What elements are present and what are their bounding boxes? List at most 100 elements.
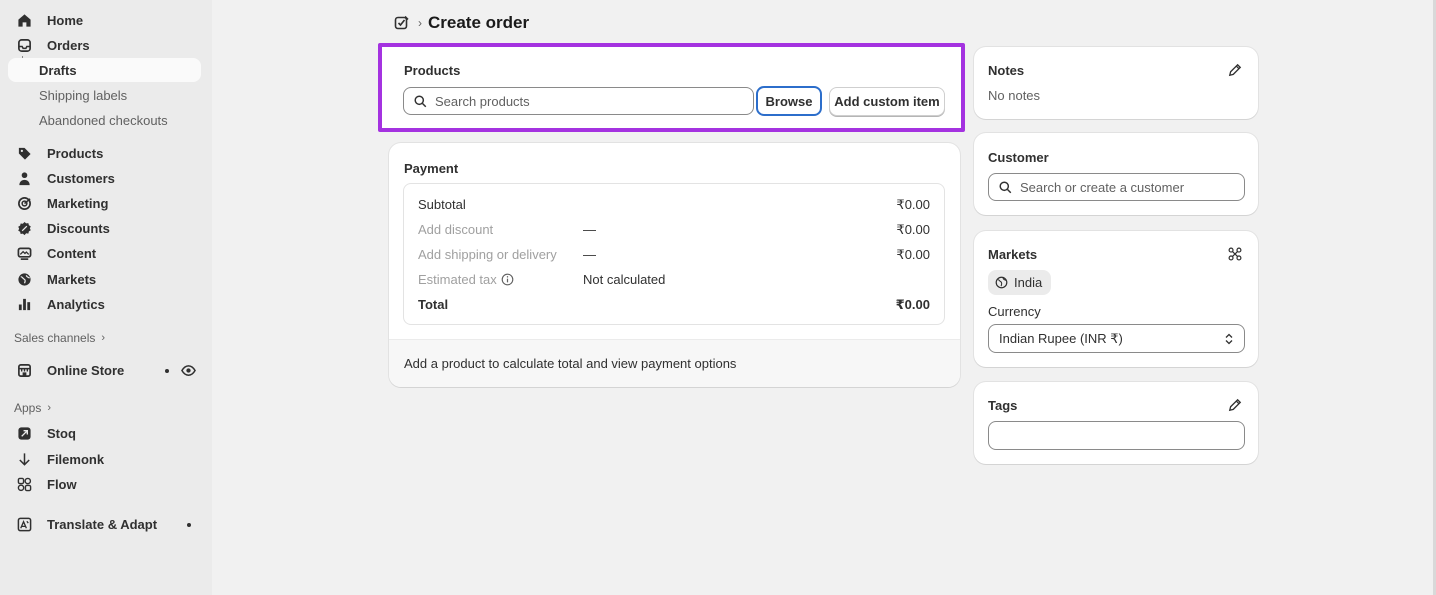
tax-mid: Not calculated	[583, 272, 666, 287]
tag-icon	[16, 145, 32, 161]
total-label: Total	[418, 297, 449, 312]
discount-row: Add discount — ₹0.00	[418, 222, 930, 240]
sidebar-item-content[interactable]: Content	[8, 241, 201, 265]
payment-footer: Add a product to calculate total and vie…	[389, 339, 960, 387]
search-placeholder: Search products	[435, 93, 530, 109]
subtotal-value: ₹0.00	[896, 197, 930, 212]
sidebar-item-label: Discounts	[47, 220, 110, 236]
target-icon	[16, 195, 32, 211]
sidebar-subitem-shipping-labels[interactable]: Shipping labels	[8, 83, 201, 107]
sidebar-item-translate-adapt[interactable]: Translate & Adapt	[8, 512, 201, 536]
tags-title: Tags	[988, 398, 1018, 413]
sidebar-item-discounts[interactable]: Discounts	[8, 216, 201, 240]
sidebar-item-label: Orders	[47, 37, 90, 53]
markets-title: Markets	[988, 247, 1038, 262]
add-custom-item-button[interactable]: Add custom item	[829, 87, 945, 116]
currency-select[interactable]: Indian Rupee (INR ₹)	[988, 324, 1245, 353]
estimated-tax-label: Estimated tax	[418, 272, 514, 287]
sales-channels-section[interactable]: Sales channels ›	[14, 330, 105, 346]
subtotal-label: Subtotal	[418, 197, 466, 212]
chevron-right-icon: ›	[47, 402, 52, 414]
products-title: Products	[404, 63, 461, 78]
info-icon[interactable]	[501, 273, 514, 286]
sidebar-item-label: Filemonk	[47, 451, 105, 467]
search-products-input[interactable]: Search products	[403, 87, 754, 115]
markets-connect-icon[interactable]	[1228, 247, 1242, 261]
status-dot	[187, 523, 191, 527]
home-icon	[16, 12, 32, 28]
discount-value: ₹0.00	[896, 222, 930, 237]
status-dot	[165, 369, 169, 373]
sidebar-item-home[interactable]: Home	[8, 8, 201, 32]
discount-mid: —	[583, 222, 596, 237]
globe-icon	[16, 271, 32, 287]
orders-icon	[16, 37, 32, 53]
currency-label: Currency	[988, 304, 1041, 319]
sidebar-item-customers[interactable]: Customers	[8, 166, 201, 190]
sidebar-item-label: Home	[47, 12, 84, 28]
shipping-row: Add shipping or delivery — ₹0.00	[418, 247, 930, 265]
tags-input[interactable]	[988, 421, 1245, 450]
sidebar-item-stoq[interactable]: Stoq	[8, 421, 201, 445]
add-shipping-link[interactable]: Add shipping or delivery	[418, 247, 557, 262]
sidebar-item-label: Online Store	[47, 362, 125, 378]
sidebar-subitem-drafts[interactable]: Drafts	[8, 58, 201, 82]
sidebar-item-marketing[interactable]: Marketing	[8, 191, 201, 215]
sidebar-item-products[interactable]: Products	[8, 141, 201, 165]
sidebar-item-label: Flow	[47, 476, 77, 492]
notes-title: Notes	[988, 63, 1025, 78]
chevron-right-icon: ›	[101, 332, 106, 344]
breadcrumb-separator: ›	[418, 16, 422, 30]
sidebar-item-label: Stoq	[47, 425, 76, 441]
stoq-icon	[16, 425, 32, 441]
sidebar-item-label: Marketing	[47, 195, 109, 211]
sidebar-item-flow[interactable]: Flow	[8, 472, 201, 496]
store-icon	[16, 362, 32, 378]
flow-icon	[16, 476, 32, 492]
customer-title: Customer	[988, 150, 1049, 165]
sidebar: Home Orders Drafts Shipping labels Aband…	[0, 0, 212, 595]
filemonk-icon	[16, 451, 32, 467]
notes-card	[974, 47, 1258, 119]
market-name: India	[1014, 275, 1043, 290]
browse-button[interactable]: Browse	[756, 86, 822, 116]
shipping-mid: —	[583, 247, 596, 262]
sidebar-item-label: Content	[47, 245, 97, 261]
market-chip[interactable]: India	[988, 270, 1052, 295]
sidebar-item-filemonk[interactable]: Filemonk	[8, 447, 201, 471]
payment-title: Payment	[404, 161, 459, 176]
select-arrows-icon	[1225, 333, 1233, 345]
sales-channels-title: Sales channels	[14, 331, 96, 345]
edit-notes-icon[interactable]	[1228, 63, 1242, 77]
sidebar-item-label: Translate & Adapt	[47, 516, 158, 532]
person-icon	[16, 170, 32, 186]
orders-edit-icon[interactable]	[394, 15, 410, 31]
sidebar-item-orders[interactable]: Orders	[8, 33, 201, 57]
breadcrumb: › Create order	[394, 12, 529, 34]
sidebar-item-analytics[interactable]: Analytics	[8, 292, 201, 316]
sidebar-item-label: Analytics	[47, 296, 105, 312]
sidebar-item-markets[interactable]: Markets	[8, 267, 201, 291]
search-icon	[414, 94, 427, 107]
globe-icon	[995, 276, 1008, 289]
sidebar-subitem-abandoned-checkouts[interactable]: Abandoned checkouts	[8, 108, 201, 132]
eye-icon[interactable]	[181, 363, 196, 378]
bar-chart-icon	[16, 296, 32, 312]
total-value: ₹0.00	[895, 297, 930, 312]
sidebar-item-label: Customers	[47, 170, 115, 186]
subtotal-row: Subtotal ₹0.00	[418, 197, 930, 215]
sidebar-item-label: Products	[47, 145, 104, 161]
discount-icon	[16, 220, 32, 236]
total-row: Total ₹0.00	[418, 297, 930, 315]
edit-tags-icon[interactable]	[1228, 398, 1242, 412]
tax-row: Estimated tax Not calculated	[418, 272, 930, 290]
customer-search-input[interactable]: Search or create a customer	[988, 173, 1245, 201]
page-title: Create order	[428, 13, 530, 32]
sidebar-item-online-store[interactable]: Online Store	[8, 358, 201, 382]
add-discount-link[interactable]: Add discount	[418, 222, 493, 237]
search-icon	[999, 180, 1012, 193]
apps-section[interactable]: Apps ›	[14, 400, 51, 416]
tax-label-text: Estimated tax	[418, 272, 497, 287]
shipping-value: ₹0.00	[896, 247, 930, 262]
notes-text: No notes	[988, 88, 1041, 103]
